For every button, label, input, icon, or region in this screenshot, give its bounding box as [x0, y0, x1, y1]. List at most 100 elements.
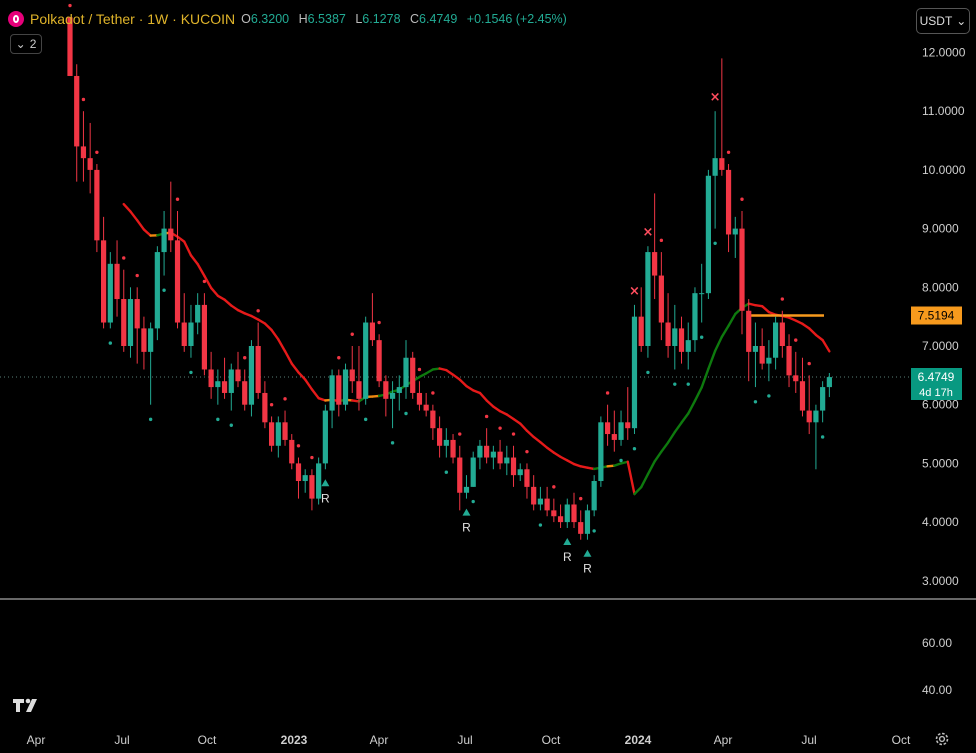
- stop-dot: [377, 320, 381, 325]
- candle-body: [732, 228, 738, 235]
- stop-dot: [162, 288, 166, 292]
- stop-dot: [95, 150, 99, 154]
- candle-body: [551, 510, 557, 517]
- candle-body: [282, 422, 288, 440]
- chevron-down-icon: ⌄: [956, 14, 967, 28]
- moving-average-segment: [539, 441, 549, 449]
- candle-body: [766, 357, 772, 364]
- stop-dot: [753, 400, 758, 404]
- stop-dot: [592, 529, 596, 533]
- price-chart[interactable]: RRRR××× 12.000011.000010.00009.00008.000…: [0, 0, 976, 753]
- candle-body: [302, 475, 308, 482]
- stop-dot: [673, 382, 677, 386]
- indicators-toggle-button[interactable]: ⌄ 2: [10, 34, 42, 54]
- candle-body: [672, 328, 678, 346]
- moving-average-segment: [660, 441, 670, 453]
- price-tick-label: 8.0000: [922, 280, 959, 294]
- candle-body: [289, 439, 295, 464]
- stop-dot: [310, 455, 314, 460]
- moving-average-segment: [485, 399, 495, 408]
- candle-body: [396, 387, 402, 393]
- candle-body: [598, 422, 604, 482]
- moving-average-segment: [451, 373, 461, 381]
- moving-average-segment: [646, 460, 656, 476]
- candle-body: [611, 434, 617, 440]
- candle-body: [228, 369, 234, 393]
- time-tick-label: Oct: [198, 733, 217, 747]
- moving-average-segment: [445, 368, 455, 376]
- time-tick-label: Jul: [801, 733, 816, 747]
- moving-average-segment: [525, 429, 535, 439]
- stop-dot: [605, 391, 610, 395]
- candle-body: [806, 410, 812, 423]
- candle-body: [269, 422, 275, 446]
- stop-dot: [619, 458, 623, 463]
- time-tick-label: Jul: [114, 733, 129, 747]
- candle-body: [114, 263, 120, 300]
- stop-dot: [135, 273, 139, 278]
- moving-average-segment: [310, 388, 320, 400]
- change-value: +0.1546 (+2.45%): [466, 12, 567, 26]
- ohlc-readout: O6.3200 H6.5387 L6.1278 C6.4749 +0.1546 …: [241, 12, 573, 26]
- price-tick-label: 10.0000: [922, 163, 966, 177]
- moving-average-segment: [458, 378, 468, 388]
- candle-body: [490, 451, 496, 458]
- candle-body: [322, 410, 328, 464]
- signal-label: R: [462, 521, 471, 535]
- candle-body: [168, 228, 174, 241]
- candle-body: [826, 377, 832, 388]
- stop-dot: [243, 356, 247, 360]
- candle-body: [369, 322, 375, 341]
- stop-dot: [458, 432, 462, 436]
- stop-dot: [713, 241, 717, 245]
- candle-body: [712, 158, 718, 176]
- candle-body: [235, 369, 241, 382]
- stop-dot: [216, 417, 220, 422]
- countdown-text: 4d 17h: [919, 387, 953, 399]
- candle-body: [181, 322, 187, 346]
- symbol-title[interactable]: Polkadot / Tether · 1W · KUCOIN: [30, 11, 235, 27]
- moving-average-segment: [760, 305, 771, 314]
- moving-average-segment: [801, 322, 811, 330]
- moving-average-segment: [633, 486, 643, 496]
- stop-dot: [431, 391, 435, 395]
- last-price-text: 6.4749: [918, 370, 955, 384]
- candle-body: [725, 169, 732, 235]
- moving-average-segment: [519, 422, 529, 432]
- candle-body: [618, 422, 624, 440]
- moving-average-segment: [814, 333, 824, 342]
- candle-body: [820, 387, 826, 411]
- candle-body: [255, 346, 261, 393]
- currency-selector[interactable]: USDT ⌄: [916, 8, 970, 34]
- close-label: C: [410, 12, 420, 26]
- time-tick-label: Apr: [370, 733, 389, 747]
- candle-body: [410, 357, 416, 393]
- candle-body: [786, 346, 792, 376]
- moving-average-segment: [700, 367, 710, 389]
- stop-dot: [417, 367, 422, 372]
- time-axis[interactable]: Apr Jul Oct 2023 Apr Jul Oct 2024 Apr Jul Oct: [27, 733, 911, 747]
- time-tick-label: Apr: [714, 733, 733, 747]
- candle-body: [443, 439, 449, 446]
- candle-body: [645, 252, 651, 346]
- price-tick-label: 3.0000: [922, 574, 959, 588]
- moving-average-segment: [283, 350, 293, 365]
- moving-average-segment: [142, 228, 152, 237]
- gear-icon[interactable]: [934, 731, 950, 747]
- moving-average-segment: [129, 210, 139, 222]
- candle-body: [107, 263, 113, 323]
- moving-average-segment: [626, 460, 636, 496]
- stop-dot: [148, 417, 153, 422]
- moving-average-segment: [230, 304, 240, 312]
- currency-label: USDT: [919, 14, 953, 28]
- stop-dot: [390, 441, 395, 445]
- candle-body: [101, 240, 107, 323]
- candle-body: [470, 457, 476, 487]
- sell-signal-x: ×: [710, 90, 721, 105]
- stop-dot: [525, 449, 529, 454]
- candle-body: [195, 304, 201, 323]
- stop-dot: [269, 403, 274, 407]
- candle-body: [363, 322, 369, 399]
- tradingview-logo-icon[interactable]: [12, 696, 42, 714]
- moving-average-segment: [505, 413, 515, 421]
